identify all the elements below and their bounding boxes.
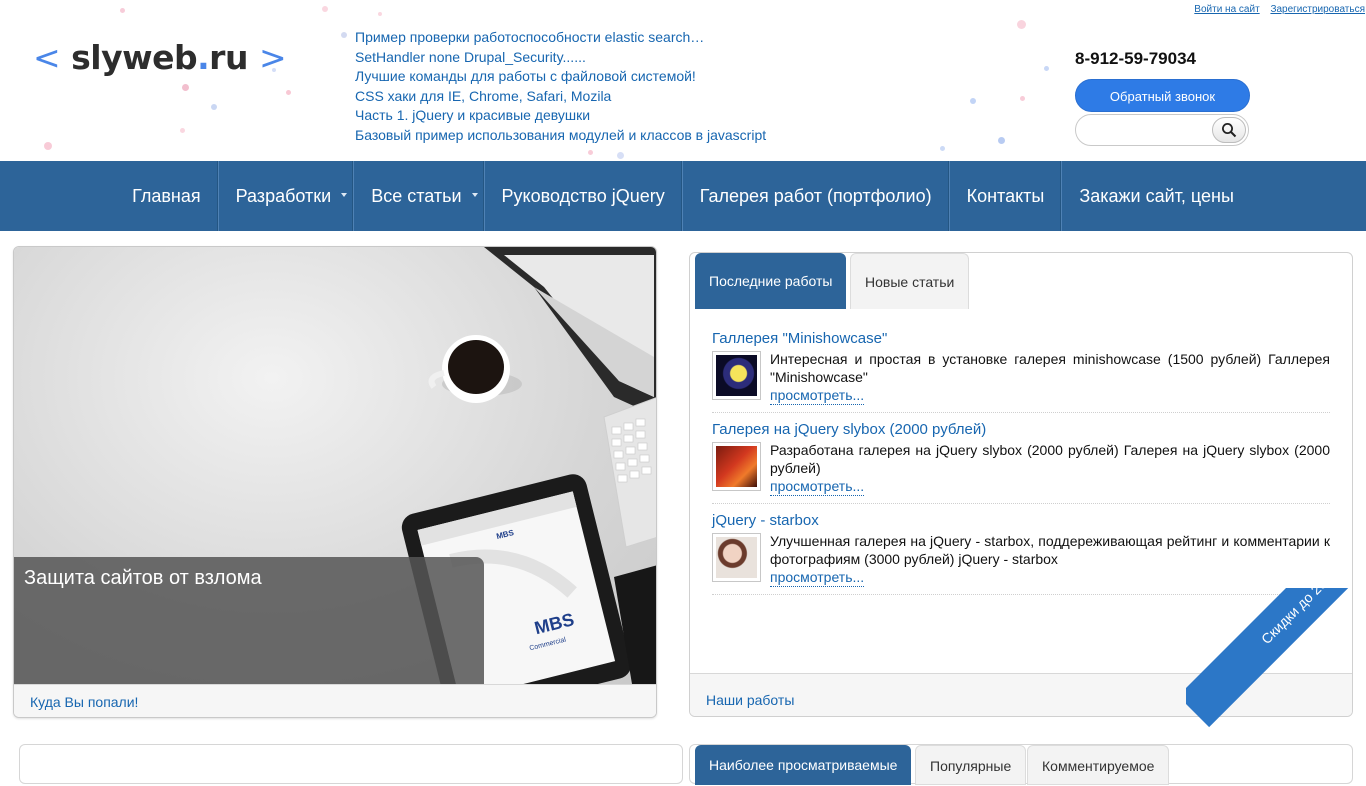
site-header: < slyweb.ru > Пример проверки работоспос…: [0, 0, 1366, 161]
work-thumbnail[interactable]: [712, 351, 761, 400]
site-logo[interactable]: < slyweb.ru >: [33, 38, 287, 77]
recent-article-link[interactable]: Часть 1. jQuery и красивые девушки: [355, 106, 766, 126]
work-thumbnail[interactable]: [712, 533, 761, 582]
tab-commented[interactable]: Комментируемое: [1027, 745, 1170, 785]
work-description: Разработана галерея на jQuery slybox (20…: [770, 441, 1330, 496]
discount-ribbon[interactable]: Скидки до 20%!: [1186, 588, 1366, 768]
login-link[interactable]: Войти на сайт: [1194, 4, 1259, 15]
nav-item-home[interactable]: Главная: [115, 161, 218, 231]
search-icon: [1222, 123, 1237, 138]
slide-caption-title[interactable]: Защита сайтов от взлома: [24, 567, 262, 590]
callback-button[interactable]: Обратный звонок: [1075, 79, 1250, 112]
logo-bracket-close: >: [258, 38, 287, 77]
work-description-text: Улучшенная галерея на jQuery - starbox, …: [770, 533, 1330, 567]
nav-item-label: Разработки: [235, 186, 332, 206]
work-title-link[interactable]: Галлерея "Minishowcase": [712, 330, 1330, 348]
logo-dot: .: [197, 38, 210, 77]
logo-text-sly: sly: [71, 38, 123, 77]
view-more-link[interactable]: просмотреть...: [770, 386, 865, 405]
work-description-text: Разработана галерея на jQuery slybox (20…: [770, 442, 1330, 476]
divider: [712, 412, 1330, 413]
nav-item-jquery-guide[interactable]: Руководство jQuery: [483, 161, 682, 231]
logo-text-ru: ru: [209, 38, 248, 77]
tab-popular[interactable]: Популярные: [915, 745, 1027, 785]
logo-text-web: web: [122, 38, 198, 77]
search-field[interactable]: [1075, 114, 1249, 146]
recent-articles-list: Пример проверки работоспособности elasti…: [355, 28, 766, 146]
view-more-link[interactable]: просмотреть...: [770, 477, 865, 496]
search-button[interactable]: [1212, 117, 1246, 143]
work-description: Улучшенная галерея на jQuery - starbox, …: [770, 532, 1330, 587]
slide-image[interactable]: MBS MBS Commercial Защита сайтов от взло…: [14, 247, 656, 684]
slider-footer: Куда Вы попали!: [14, 684, 656, 717]
work-description-text: Интересная и простая в установке галерея…: [770, 351, 1330, 385]
dropdown-caret-icon: [471, 193, 478, 197]
bottom-left-panel: [19, 744, 683, 784]
logo-bracket-open: <: [33, 38, 61, 77]
work-thumbnail[interactable]: [712, 442, 761, 491]
recent-article-link[interactable]: SetHandler none Drupal_Security......: [355, 48, 766, 68]
main-nav: Главная Разработки Все статьи Руководств…: [0, 161, 1366, 231]
phone-number: 8-912-59-79034: [1075, 49, 1196, 68]
tab-most-viewed[interactable]: Наиболее просматриваемые: [695, 745, 912, 785]
tab-latest-works[interactable]: Последние работы: [695, 253, 847, 309]
work-description: Интересная и простая в установке галерея…: [770, 350, 1330, 405]
auth-links: Войти на сайт Зарегистрироваться: [1186, 4, 1365, 15]
nav-item-portfolio[interactable]: Галерея работ (портфолио): [681, 161, 949, 231]
work-title-link[interactable]: Галерея на jQuery slybox (2000 рублей): [712, 421, 1330, 439]
nav-item-contacts[interactable]: Контакты: [948, 161, 1062, 231]
work-item: Галерея на jQuery slybox (2000 рублей) Р…: [712, 421, 1330, 504]
recent-article-link[interactable]: Пример проверки работоспособности elasti…: [355, 28, 766, 48]
recent-article-link[interactable]: Лучшие команды для работы с файловой сис…: [355, 67, 766, 87]
work-item: jQuery - starbox Улучшенная галерея на j…: [712, 512, 1330, 595]
nav-item-order-site[interactable]: Закажи сайт, цены: [1061, 161, 1251, 231]
nav-item-developments[interactable]: Разработки: [217, 161, 354, 231]
divider: [712, 503, 1330, 504]
view-more-link[interactable]: просмотреть...: [770, 568, 865, 587]
works-footer-link[interactable]: Наши работы: [706, 692, 794, 708]
featured-slider: MBS MBS Commercial Защита сайтов от взло…: [13, 246, 657, 718]
dropdown-caret-icon: [341, 193, 348, 197]
discount-ribbon-label: Скидки до 20%!: [1186, 588, 1366, 728]
slide-caption: Защита сайтов от взлома: [14, 557, 484, 684]
nav-item-all-articles[interactable]: Все статьи: [353, 161, 483, 231]
slider-footer-link[interactable]: Куда Вы попали!: [30, 694, 138, 710]
recent-article-link[interactable]: CSS хаки для IE, Chrome, Safari, Mozila: [355, 87, 766, 107]
nav-item-label: Все статьи: [371, 186, 462, 206]
register-link[interactable]: Зарегистрироваться: [1270, 4, 1365, 15]
work-title-link[interactable]: jQuery - starbox: [712, 512, 1330, 530]
tab-new-articles[interactable]: Новые статьи: [850, 253, 970, 309]
recent-article-link[interactable]: Базовый пример использования модулей и к…: [355, 126, 766, 146]
work-item: Галлерея "Minishowcase" Интересная и про…: [712, 330, 1330, 413]
